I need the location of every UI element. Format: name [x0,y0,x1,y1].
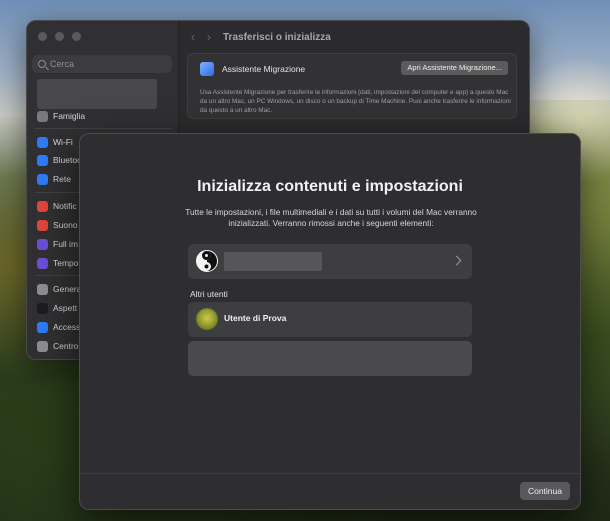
chevron-right-icon [451,255,462,266]
close-window-button[interactable] [38,32,47,41]
control-center-icon [37,340,48,352]
migration-assistant-card: Assistente Migrazione Apri Assistente Mi… [187,53,517,119]
sound-icon [37,219,48,231]
search-icon [38,60,46,68]
redacted-account-name [224,252,322,271]
apple-account-item[interactable] [37,79,157,109]
toolbar-title: Trasferisci o inizializza [223,31,331,43]
sidebar-item[interactable]: Aspett [37,301,77,315]
sidebar-item[interactable]: Full im [37,237,78,251]
sidebar-item-label: Suono [53,220,78,230]
sidebar-item[interactable]: Centro [37,339,79,353]
focus-icon [37,238,48,250]
continue-button[interactable]: Continua [519,482,570,500]
appearance-icon [37,302,48,314]
screen-time-icon [37,257,48,269]
network-icon [37,173,48,185]
sidebar-item-label: Centro [53,341,79,351]
migration-assistant-description: Usa Assistente Migrazione per trasferire… [200,89,511,114]
sidebar-item[interactable]: Bluetoo [37,153,82,167]
family-icon [37,110,48,122]
sidebar-item-label: Genera [53,284,82,294]
notifications-icon [37,200,48,212]
other-users-label: Altri utenti [190,289,228,299]
window-controls [38,32,81,41]
sidebar-item[interactable]: Famiglia [37,109,85,123]
sidebar-item-label: Full im [53,239,79,249]
zoom-window-button[interactable] [72,32,81,41]
search-placeholder: Cerca [50,59,75,69]
yin-yang-avatar-icon [196,250,218,272]
sidebar-item[interactable]: Tempo [37,256,79,270]
sheet-description: Tutte le impostazioni, i file multimedia… [185,207,477,228]
search-input[interactable]: Cerca [32,55,172,73]
toolbar: ‹ › Trasferisci o inizializza [179,21,529,53]
minimize-window-button[interactable] [55,32,64,41]
sidebar-item[interactable]: Genera [37,282,81,296]
forward-chevron-icon[interactable]: › [207,30,211,44]
sidebar-item-label: Famiglia [53,111,86,121]
back-chevron-icon[interactable]: ‹ [191,30,195,44]
general-icon [37,283,48,295]
sheet-footer: Continua [80,473,580,509]
sidebar-separator [35,128,171,129]
open-migration-assistant-button[interactable]: Apri Assistente Migrazione... [401,61,508,75]
sidebar-item[interactable]: Suono [37,218,78,232]
sidebar-item-label: Aspett [53,303,78,313]
sidebar-item[interactable]: Access [37,320,80,334]
sidebar-item-label: Bluetoo [53,155,82,165]
erase-all-content-sheet: Inizializza contenuti e impostazioni Tut… [79,133,581,510]
sidebar-item[interactable]: Notific [37,199,77,213]
user-row: Utente di Prova [188,302,472,337]
sheet-title: Inizializza contenuti e impostazioni [197,178,463,195]
user-avatar [196,308,218,330]
wifi-icon [37,136,48,148]
sidebar-item-label: Wi-Fi [53,137,73,147]
sidebar-item[interactable]: Rete [37,172,71,186]
bluetooth-icon [37,154,48,166]
redacted-user-row [188,341,472,376]
sidebar-item-label: Access [53,322,81,332]
accessibility-icon [37,321,48,333]
sidebar-item-label: Tempo [53,258,79,268]
sidebar-item[interactable]: Wi-Fi [37,135,73,149]
user-name: Utente di Prova [224,313,287,323]
sidebar-item-label: Notific [53,201,77,211]
sidebar-item-label: Rete [53,174,71,184]
migration-assistant-icon [200,62,214,76]
account-row[interactable] [188,244,472,279]
migration-assistant-title: Assistente Migrazione [222,64,306,74]
